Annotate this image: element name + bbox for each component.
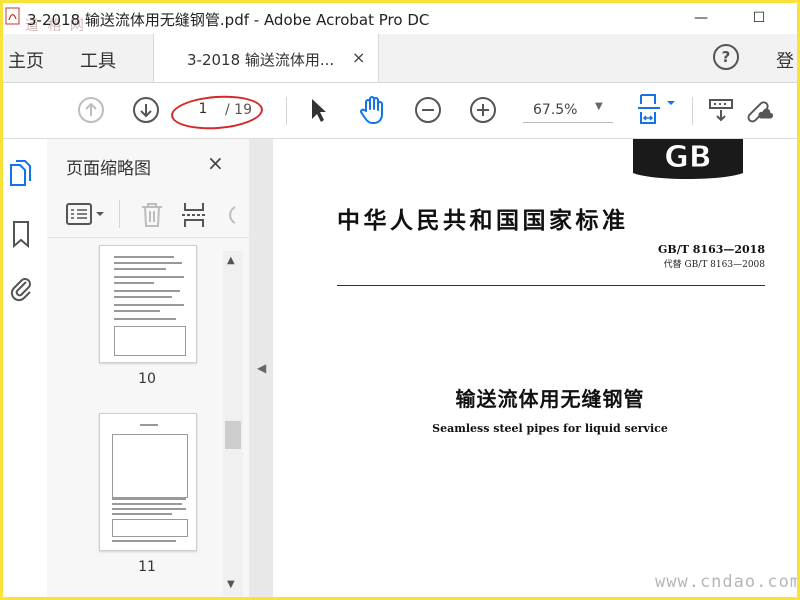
- scrollbar-thumb[interactable]: [225, 421, 241, 449]
- zoom-level-dropdown[interactable]: 67.5% ▼: [523, 98, 613, 123]
- window-title: 3-2018 输送流体用无缝钢管.pdf - Adobe Acrobat Pro…: [27, 11, 430, 29]
- header-rule: [337, 285, 765, 286]
- tab-document[interactable]: 3-2018 输送流体用... ×: [153, 34, 379, 82]
- share-link-button[interactable]: [744, 95, 774, 125]
- toolbar-divider: [692, 97, 693, 125]
- title-bar: 道 格 网 3-2018 输送流体用无缝钢管.pdf - Adobe Acrob…: [3, 3, 797, 34]
- page-thumbnails-icon[interactable]: [8, 159, 34, 189]
- bookmark-icon[interactable]: [8, 219, 34, 249]
- navigation-rail: [3, 139, 48, 597]
- arrow-down-circle-icon: [133, 97, 159, 123]
- page-thumbnail-10[interactable]: [99, 245, 197, 363]
- page-thumbnail-11[interactable]: [99, 413, 197, 551]
- tab-home[interactable]: 主页: [8, 47, 44, 73]
- thumbnails-scrollbar[interactable]: ▲ ▼: [223, 251, 243, 596]
- panel-title: 页面缩略图: [66, 159, 151, 179]
- maximize-button[interactable]: ☐: [737, 5, 781, 31]
- close-panel-button[interactable]: ×: [207, 151, 224, 175]
- chevron-down-icon: ▼: [595, 101, 603, 112]
- gb-logo: GB: [633, 139, 743, 179]
- minimize-button[interactable]: —: [679, 5, 723, 31]
- page-fit-button[interactable]: [636, 94, 682, 125]
- hand-tool-button[interactable]: [358, 95, 388, 125]
- attachment-icon[interactable]: [8, 273, 34, 303]
- document-title-chinese: 输送流体用无缝钢管: [455, 387, 645, 411]
- acrobat-app-icon: [5, 7, 20, 25]
- close-tab-button[interactable]: ×: [352, 48, 365, 67]
- hand-icon: [360, 96, 383, 124]
- keyboard-scroll-icon: [709, 99, 733, 122]
- scroll-mode-button[interactable]: [706, 95, 736, 125]
- page-number-label: 11: [138, 559, 156, 575]
- toolbar-divider: [286, 97, 287, 125]
- tab-tools[interactable]: 工具: [80, 47, 116, 73]
- cloud-link-icon: [747, 101, 774, 123]
- zoom-level-value: 67.5%: [533, 102, 578, 118]
- standard-code: GB/T 8163—2018: [658, 243, 765, 256]
- cursor-arrow-icon: [312, 99, 326, 122]
- minus-circle-icon: [415, 97, 441, 123]
- scroll-up-icon[interactable]: ▲: [227, 255, 235, 266]
- zoom-in-button[interactable]: [468, 95, 498, 125]
- panel-toolbar-divider: [119, 200, 120, 228]
- select-tool-button[interactable]: [303, 95, 333, 125]
- panel-splitter[interactable]: ◀: [249, 139, 273, 597]
- rotate-icon[interactable]: [221, 201, 241, 229]
- panel-toolbar: [47, 191, 249, 238]
- replaced-standard: 代替 GB/T 8163—2008: [663, 260, 765, 270]
- document-view[interactable]: GB 中华人民共和国国家标准 GB/T 8163—2018 代替 GB/T 81…: [273, 139, 797, 597]
- document-title-english: Seamless steel pipes for liquid service: [432, 422, 668, 435]
- toolbar: 1 / 19 67.5% ▼: [3, 83, 797, 139]
- national-standard-heading: 中华人民共和国国家标准: [337, 207, 629, 234]
- sign-in-link[interactable]: 登: [776, 47, 794, 73]
- help-icon[interactable]: ?: [713, 44, 739, 70]
- next-page-button[interactable]: [131, 95, 161, 125]
- red-annotation-circle: [169, 92, 265, 133]
- page-number-label: 10: [138, 371, 156, 387]
- insert-page-icon[interactable]: [181, 201, 209, 229]
- fit-page-icon: [638, 94, 675, 124]
- app-window: 道 格 网 3-2018 输送流体用无缝钢管.pdf - Adobe Acrob…: [0, 0, 800, 600]
- document-tab-label: 3-2018 输送流体用...: [187, 51, 335, 69]
- zoom-out-button[interactable]: [413, 95, 443, 125]
- tab-bar: 主页 工具 3-2018 输送流体用... × ? 登: [3, 34, 797, 83]
- svg-text:GB: GB: [664, 140, 712, 175]
- options-menu-icon[interactable]: [65, 201, 111, 227]
- thumbnails-panel: 页面缩略图 × 10 11 ▲ ▼: [47, 139, 250, 597]
- arrow-up-circle-icon: [78, 97, 104, 123]
- trash-icon[interactable]: [139, 201, 165, 229]
- plus-circle-icon: [470, 97, 496, 123]
- site-watermark: www.cndao.com: [655, 572, 800, 592]
- scroll-down-icon[interactable]: ▼: [227, 579, 235, 590]
- collapse-panel-icon[interactable]: ◀: [257, 361, 266, 375]
- previous-page-button[interactable]: [76, 95, 106, 125]
